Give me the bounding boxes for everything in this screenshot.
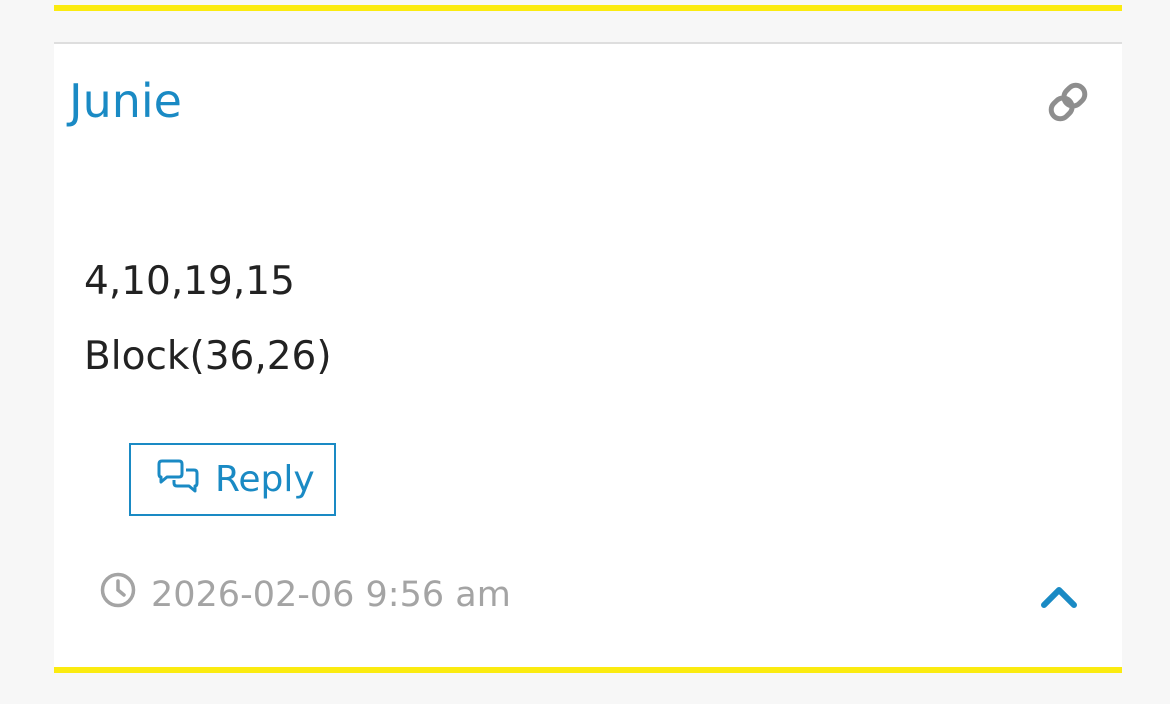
bottom-highlight-bar	[54, 667, 1122, 673]
comment-card: Junie 4,10,19,15 Block(36,26) Reply 2026…	[54, 44, 1122, 667]
reply-button[interactable]: Reply	[129, 443, 336, 516]
timestamp-text: 2026-02-06 9:56 am	[151, 574, 511, 615]
comment-timestamp: 2026-02-06 9:56 am	[99, 571, 511, 618]
comment-author-link[interactable]: Junie	[69, 72, 182, 130]
chevron-up-icon[interactable]	[1036, 574, 1082, 620]
link-icon[interactable]	[1044, 78, 1092, 126]
comment-line: Block(36,26)	[84, 334, 332, 379]
reply-label: Reply	[215, 459, 315, 500]
clock-icon	[99, 571, 137, 618]
comments-icon	[155, 459, 201, 501]
top-highlight-bar	[54, 5, 1122, 11]
comment-body: 4,10,19,15 Block(36,26)	[84, 244, 332, 394]
comment-line: 4,10,19,15	[84, 259, 295, 304]
